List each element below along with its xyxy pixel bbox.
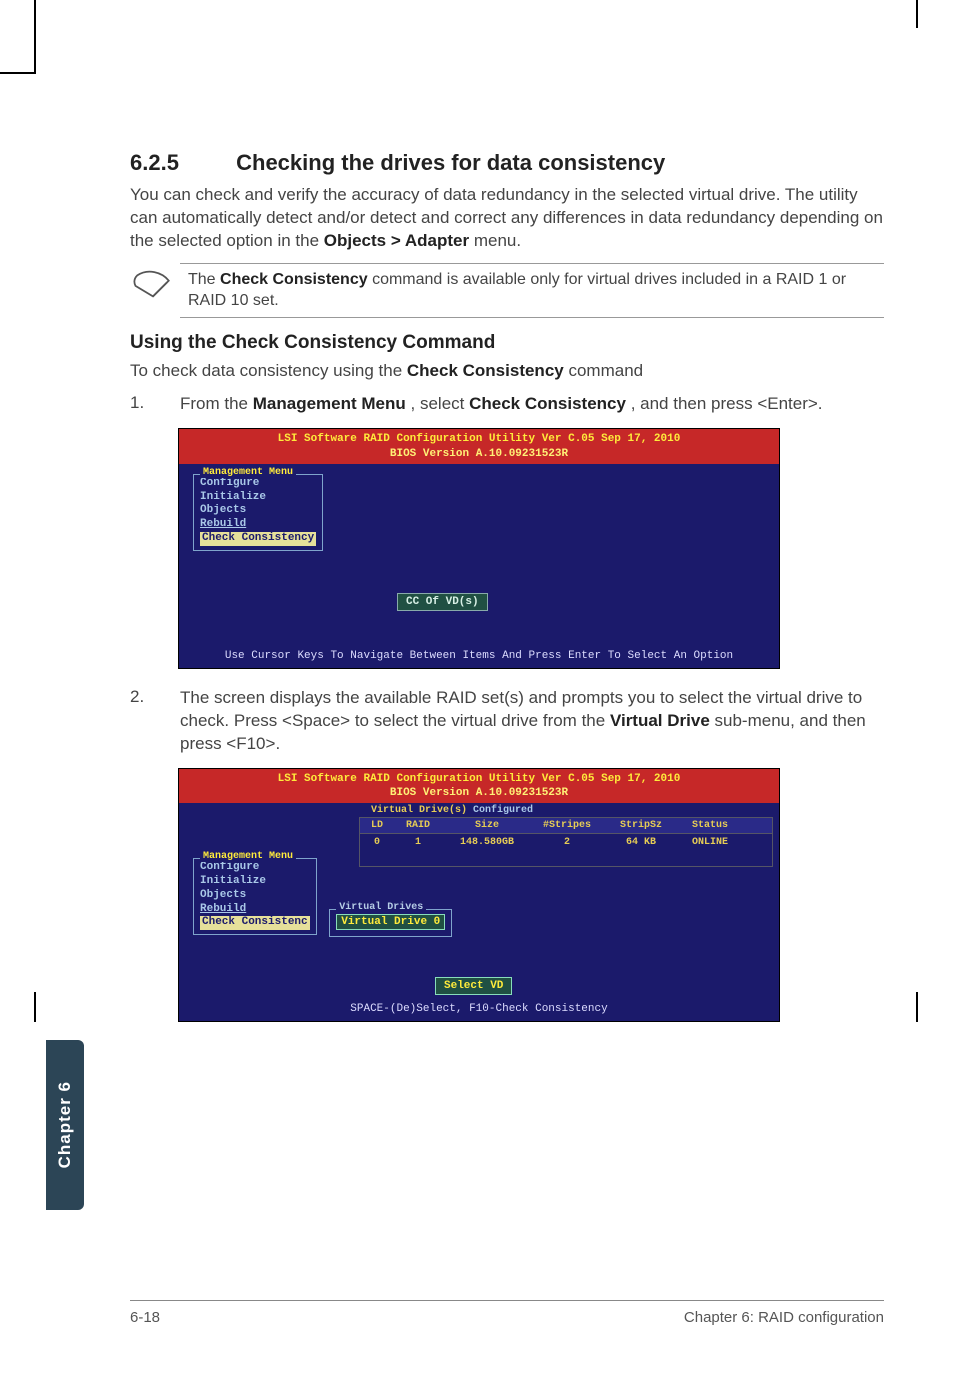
bios-title: LSI Software RAID Configuration Utility … <box>183 772 775 786</box>
menu-item-objects[interactable]: Objects <box>200 504 316 518</box>
section-title: Checking the drives for data consistency <box>236 150 665 175</box>
crop-mark <box>916 992 918 1022</box>
management-menu: Management Menu Configure Initialize Obj… <box>193 474 323 551</box>
bios-screenshot-1: LSI Software RAID Configuration Utility … <box>178 428 780 669</box>
footer-title: Chapter 6: RAID configuration <box>684 1309 884 1326</box>
step-2: 2. The screen displays the available RAI… <box>130 687 884 756</box>
col-raid: RAID <box>394 820 442 831</box>
chapter-tab: Chapter 6 <box>46 1040 84 1210</box>
bios-footer: Use Cursor Keys To Navigate Between Item… <box>179 646 779 668</box>
bios-subtitle: BIOS Version A.10.09231523R <box>183 786 775 800</box>
section-number: 6.2.5 <box>130 150 230 176</box>
virtual-drives-menu: Virtual Drives Virtual Drive 0 <box>329 909 452 937</box>
step-1: 1. From the Management Menu , select Che… <box>130 393 884 416</box>
page-number: 6-18 <box>130 1309 160 1326</box>
menu-item-configure[interactable]: Configure <box>200 477 316 491</box>
crop-mark <box>0 72 36 74</box>
menu-item-check-consistency[interactable]: Check Consistency <box>200 532 316 546</box>
col-status: Status <box>680 820 740 831</box>
menu-item-check-consistency[interactable]: Check Consistenc <box>200 916 310 930</box>
col-size: Size <box>442 820 532 831</box>
intro-paragraph: You can check and verify the accuracy of… <box>130 184 884 253</box>
menu-item-objects[interactable]: Objects <box>200 889 310 903</box>
note-text: The Check Consistency command is availab… <box>188 270 884 312</box>
bios-screenshot-2: LSI Software RAID Configuration Utility … <box>178 768 780 1023</box>
menu-item-rebuild[interactable]: Rebuild <box>200 903 310 917</box>
management-menu: Management Menu Configure Initialize Obj… <box>193 858 317 935</box>
menu-item-initialize[interactable]: Initialize <box>200 491 316 505</box>
divider <box>180 263 884 264</box>
col-ld: LD <box>360 820 394 831</box>
menu-item-initialize[interactable]: Initialize <box>200 875 310 889</box>
note-icon <box>132 270 174 300</box>
vd-configured-title: Virtual Drive(s) Configured <box>371 805 533 816</box>
divider <box>180 317 884 318</box>
menu-item-rebuild[interactable]: Rebuild <box>200 518 316 532</box>
bios-footer: SPACE-(De)Select, F10-Check Consistency <box>179 999 779 1021</box>
lead-paragraph: To check data consistency using the Chec… <box>130 360 884 383</box>
crop-mark <box>916 0 918 28</box>
bios-subtitle: BIOS Version A.10.09231523R <box>183 447 775 461</box>
crop-mark <box>34 0 36 74</box>
cc-of-vd-box: CC Of VD(s) <box>397 593 488 611</box>
menu-item-configure[interactable]: Configure <box>200 861 310 875</box>
col-stripsz: StripSz <box>602 820 680 831</box>
bios-title: LSI Software RAID Configuration Utility … <box>183 432 775 446</box>
vd-table: LD RAID Size #Stripes StripSz Status 0 1… <box>359 817 773 867</box>
col-stripes: #Stripes <box>532 820 602 831</box>
subsection-heading: Using the Check Consistency Command <box>130 332 884 354</box>
page-footer: 6-18 Chapter 6: RAID configuration <box>130 1300 884 1326</box>
select-vd-box: Select VD <box>435 977 512 995</box>
crop-mark <box>34 992 36 1022</box>
section-heading: 6.2.5 Checking the drives for data consi… <box>130 150 884 176</box>
note: The Check Consistency command is availab… <box>132 270 884 312</box>
virtual-drive-0[interactable]: Virtual Drive 0 <box>336 914 445 930</box>
table-row: 0 1 148.580GB 2 64 KB ONLINE <box>359 834 773 867</box>
